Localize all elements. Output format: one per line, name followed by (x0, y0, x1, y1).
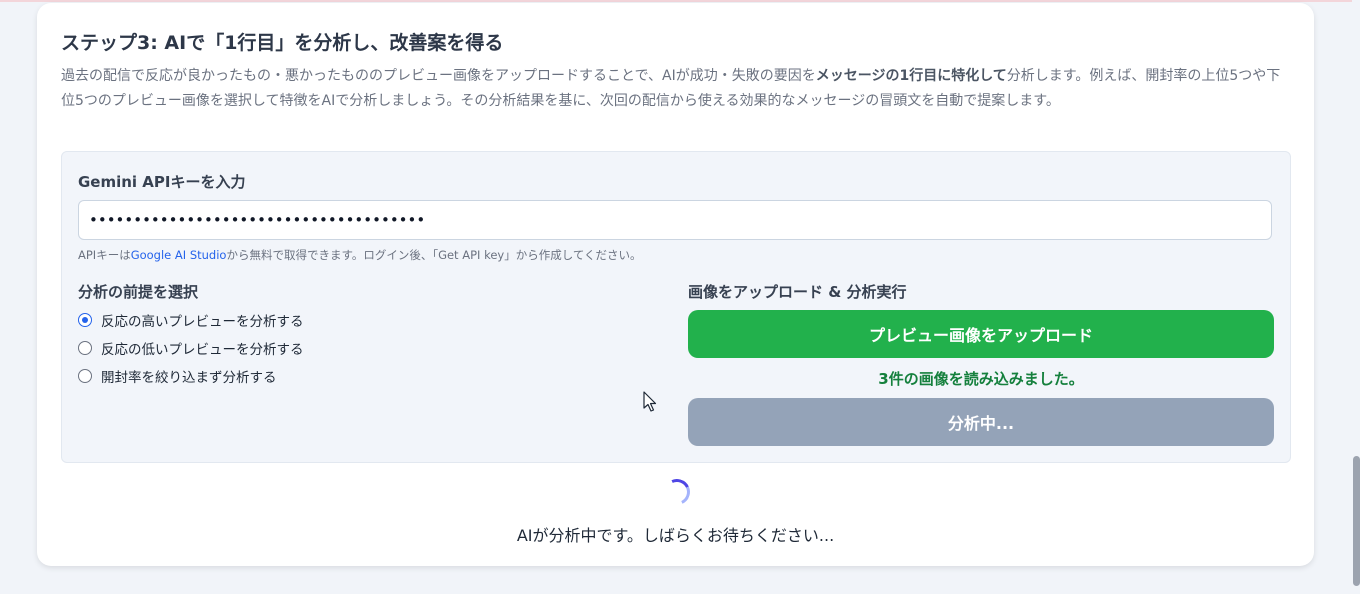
premise-option-all[interactable]: 開封率を絞り込まず分析する (78, 366, 277, 386)
step3-card: ステップ3: AIで「1行目」を分析し、改善案を得る 過去の配信で反応が良かった… (37, 3, 1314, 566)
loading-spinner-icon (660, 475, 694, 509)
step-title: ステップ3: AIで「1行目」を分析し、改善案を得る (61, 32, 504, 54)
desc-bold: メッセージの1行目に特化して (815, 68, 1007, 84)
upload-section-label: 画像をアップロード & 分析実行 (688, 283, 907, 301)
premise-option-label: 反応の低いプレビューを分析する (101, 342, 304, 358)
images-loaded-status: 3件の画像を読み込みました。 (878, 370, 1084, 388)
radio-unchecked-icon[interactable] (78, 341, 92, 355)
upload-preview-button[interactable]: プレビュー画像をアップロード (688, 310, 1274, 358)
api-key-help: APIキーはGoogle AI Studioから無料で取得できます。ログイン後、… (78, 247, 642, 263)
radio-checked-icon[interactable] (78, 313, 92, 327)
step-description: 過去の配信で反応が良かったもの・悪かったもののプレビュー画像をアップロードするこ… (61, 64, 1291, 113)
premise-label: 分析の前提を選択 (78, 283, 199, 301)
desc-text-1: 過去の配信で反応が良かったもの・悪かったもののプレビュー画像をアップロードするこ… (61, 68, 816, 84)
help-prefix: APIキーは (78, 248, 131, 262)
api-key-label: Gemini APIキーを入力 (78, 173, 246, 191)
mouse-cursor-icon (643, 391, 657, 412)
analysis-panel: Gemini APIキーを入力 APIキーはGoogle AI Studioから… (61, 151, 1291, 463)
help-suffix: から無料で取得できます。ログイン後、「Get API key」から作成してくださ… (226, 248, 642, 262)
top-border-line (0, 0, 1360, 2)
premise-option-label: 開封率を絞り込まず分析する (101, 370, 277, 386)
scrollbar-thumb[interactable] (1353, 456, 1360, 586)
premise-option-high[interactable]: 反応の高いプレビューを分析する (78, 310, 304, 330)
loading-message: AIが分析中です。しばらくお待ちください... (516, 526, 835, 545)
api-key-input[interactable] (78, 200, 1272, 240)
radio-unchecked-icon[interactable] (78, 369, 92, 383)
premise-option-low[interactable]: 反応の低いプレビューを分析する (78, 338, 304, 358)
premise-option-label: 反応の高いプレビューを分析する (101, 314, 304, 330)
analyze-button[interactable]: 分析中... (688, 398, 1274, 446)
google-ai-studio-link[interactable]: Google AI Studio (131, 248, 227, 262)
